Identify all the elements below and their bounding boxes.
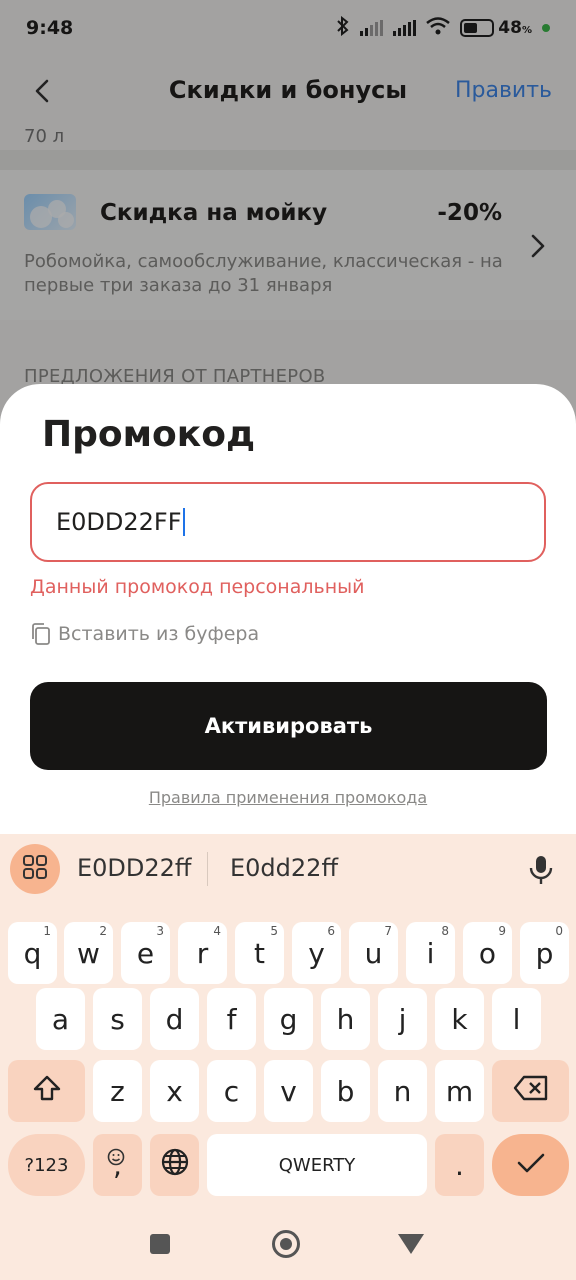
numbers-key[interactable]: ?123 [8, 1134, 85, 1196]
key-v[interactable]: v [264, 1060, 313, 1122]
shift-key[interactable] [8, 1060, 85, 1122]
promo-rules-link[interactable]: Правила применения промокода [0, 788, 576, 807]
key-o[interactable]: o9 [463, 922, 512, 984]
language-key[interactable] [150, 1134, 199, 1196]
key-g[interactable]: g [264, 988, 313, 1050]
comma-emoji-key[interactable]: , [93, 1134, 142, 1196]
promo-code-input[interactable]: E0DD22FF [30, 482, 546, 562]
key-l[interactable]: l [492, 988, 541, 1050]
key-f[interactable]: f [207, 988, 256, 1050]
sheet-title: Промокод [42, 414, 256, 455]
key-r[interactable]: r4 [178, 922, 227, 984]
backspace-key[interactable] [492, 1060, 569, 1122]
recent-apps-icon[interactable] [150, 1234, 170, 1254]
error-message: Данный промокод персональный [30, 576, 365, 598]
key-d[interactable]: d [150, 988, 199, 1050]
key-p[interactable]: p0 [520, 922, 569, 984]
shift-icon [32, 1074, 62, 1109]
microphone-icon[interactable] [527, 854, 555, 886]
key-m[interactable]: m [435, 1060, 484, 1122]
key-e[interactable]: e3 [121, 922, 170, 984]
checkmark-icon [516, 1149, 546, 1182]
globe-icon [160, 1147, 190, 1184]
key-j[interactable]: j [378, 988, 427, 1050]
suggestion-bar: E0DD22ff E0dd22ff [0, 834, 576, 904]
emoji-icon [107, 1140, 125, 1173]
key-b[interactable]: b [321, 1060, 370, 1122]
back-triangle-icon[interactable] [398, 1234, 424, 1254]
key-h[interactable]: h [321, 988, 370, 1050]
key-y[interactable]: y6 [292, 922, 341, 984]
key-w[interactable]: w2 [64, 922, 113, 984]
paste-label: Вставить из буфера [58, 623, 260, 645]
activate-button[interactable]: Активировать [30, 682, 547, 770]
key-s[interactable]: s [93, 988, 142, 1050]
key-n[interactable]: n [378, 1060, 427, 1122]
key-i[interactable]: i8 [406, 922, 455, 984]
key-u[interactable]: u7 [349, 922, 398, 984]
key-t[interactable]: t5 [235, 922, 284, 984]
period-key[interactable]: . [435, 1134, 484, 1196]
key-a[interactable]: a [36, 988, 85, 1050]
key-k[interactable]: k [435, 988, 484, 1050]
enter-key[interactable] [492, 1134, 569, 1196]
system-navigation-bar [0, 1200, 576, 1280]
key-x[interactable]: x [150, 1060, 199, 1122]
copy-icon [30, 622, 52, 646]
key-q[interactable]: q1 [8, 922, 57, 984]
text-caret [182, 508, 185, 536]
key-c[interactable]: c [207, 1060, 256, 1122]
home-icon[interactable] [272, 1230, 300, 1258]
suggestion-divider [207, 852, 208, 886]
space-key[interactable]: QWERTY [207, 1134, 427, 1196]
grid-icon [22, 854, 48, 884]
promo-code-value: E0DD22FF [56, 508, 182, 536]
keyboard-apps-button[interactable] [10, 844, 60, 894]
suggestion-2[interactable]: E0dd22ff [230, 854, 338, 882]
key-z[interactable]: z [93, 1060, 142, 1122]
backspace-icon [513, 1075, 549, 1108]
suggestion-1[interactable]: E0DD22ff [77, 854, 191, 882]
paste-from-clipboard-button[interactable]: Вставить из буфера [30, 622, 259, 646]
